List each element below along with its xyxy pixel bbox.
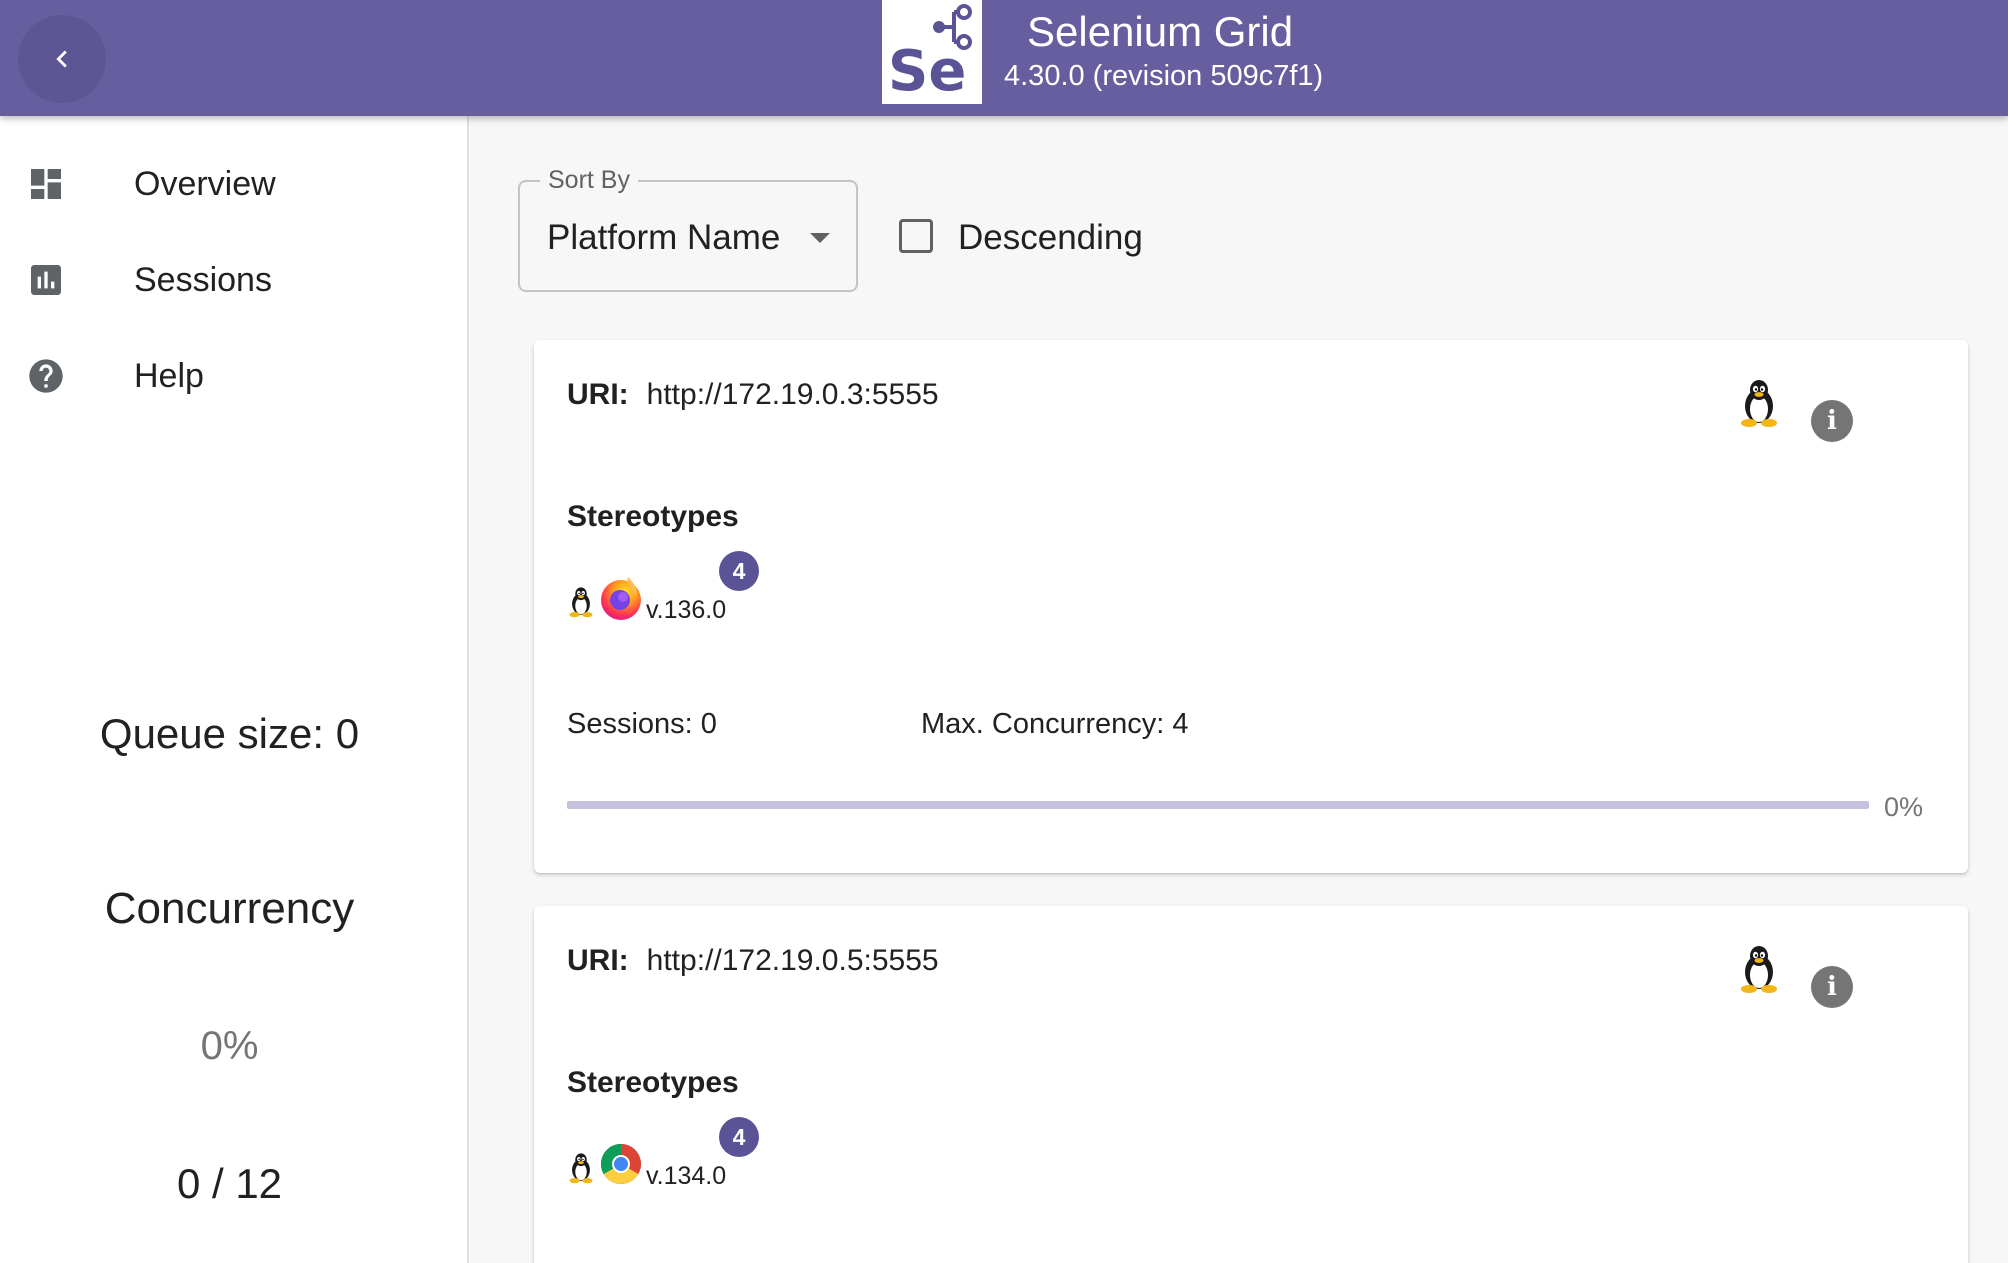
stereotypes-title: Stereotypes <box>567 500 739 533</box>
dropdown-arrow-icon[interactable] <box>810 233 830 243</box>
dashboard-icon <box>26 164 66 204</box>
linux-icon <box>567 1151 595 1185</box>
queue-size: Queue size: 0 <box>99 710 360 757</box>
linux-icon <box>567 585 595 619</box>
descending-label[interactable]: Descending <box>958 218 1143 258</box>
app-title: Selenium Grid <box>1027 8 1294 55</box>
concurrency-percent: 0% <box>200 1024 259 1068</box>
info-icon[interactable]: i <box>1811 966 1853 1008</box>
node-card: URI: http://172.19.0.3:5555 i Stereotypes… <box>534 340 1968 873</box>
stereotype-version: v.136.0 <box>646 596 727 624</box>
back-button[interactable] <box>18 15 106 103</box>
concurrency-ratio: 0 / 12 <box>176 1160 283 1207</box>
stereotype-version: v.134.0 <box>646 1162 727 1190</box>
uri-label: URI: <box>567 944 629 977</box>
max-concurrency: Max. Concurrency: 4 <box>921 708 1189 740</box>
uri-value: http://172.19.0.3:5555 <box>646 378 939 411</box>
sidebar-item-overview[interactable]: Overview <box>0 136 469 232</box>
slot-count-badge: 4 <box>719 1117 759 1157</box>
sessions-count: Sessions: 0 <box>567 708 717 740</box>
linux-icon <box>1737 378 1781 428</box>
assessment-icon <box>26 260 66 300</box>
chrome-icon <box>601 1144 641 1184</box>
node-uri: URI: http://172.19.0.5:5555 <box>567 944 939 978</box>
app-version: 4.30.0 (revision 509c7f1) <box>1004 60 1324 92</box>
sidebar-item-label: Help <box>134 356 204 395</box>
node-uri: URI: http://172.19.0.3:5555 <box>567 378 939 412</box>
descending-checkbox[interactable] <box>899 219 933 253</box>
load-progress-bar <box>567 801 1869 809</box>
linux-icon <box>1737 944 1781 994</box>
uri-label: URI: <box>567 378 629 411</box>
app-header: Se Selenium Grid 4.30.0 (revision 509c7f… <box>0 0 2008 116</box>
chevron-left-icon <box>56 50 67 68</box>
concurrency-title: Concurrency <box>104 884 355 933</box>
firefox-icon <box>601 577 641 620</box>
node-card: URI: http://172.19.0.5:5555 i Stereotypes… <box>534 906 1968 1263</box>
logo-text: Se <box>888 39 966 104</box>
sort-by-label: Sort By <box>540 166 638 195</box>
help-icon <box>26 356 66 396</box>
selenium-logo: Se <box>882 0 982 104</box>
stereotypes-title: Stereotypes <box>567 1066 739 1099</box>
sidebar-item-label: Sessions <box>134 260 272 299</box>
sort-by-value[interactable]: Platform Name <box>547 218 780 258</box>
sidebar-item-sessions[interactable]: Sessions <box>0 232 469 328</box>
slot-count-badge: 4 <box>719 551 759 591</box>
sidebar-item-help[interactable]: Help <box>0 328 469 424</box>
load-progress-label: 0% <box>1884 792 1924 822</box>
sidebar-item-label: Overview <box>134 164 276 203</box>
uri-value: http://172.19.0.5:5555 <box>646 944 939 977</box>
sidebar: Overview Sessions Help Queue size: 0 Con… <box>0 116 469 1263</box>
info-icon[interactable]: i <box>1811 400 1853 442</box>
